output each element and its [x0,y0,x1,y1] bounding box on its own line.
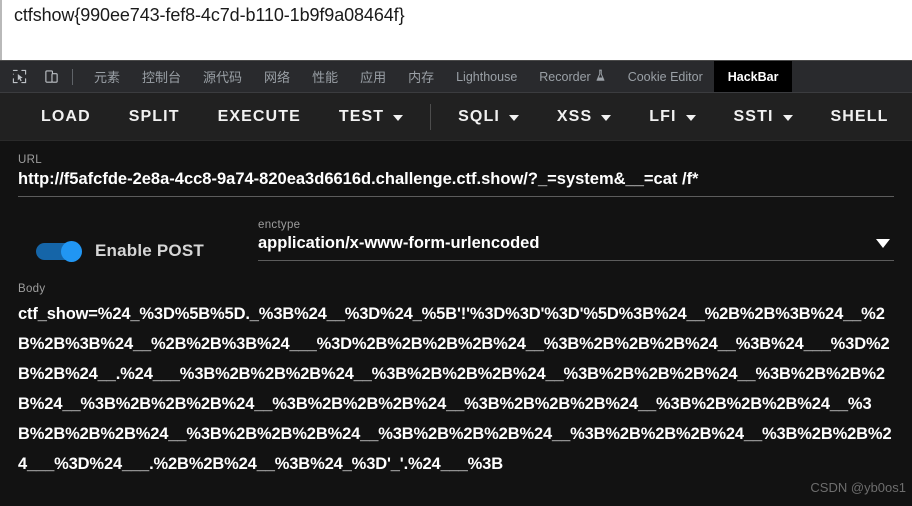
devtools-tab-label: HackBar [727,69,779,84]
toolbar-divider [72,68,73,85]
devtools-tab-内存[interactable]: 内存 [397,61,445,92]
hackbar-toolbar: LOAD SPLIT EXECUTE TEST SQLI XSS LFI SSTI SHELL [0,93,912,141]
body-textarea[interactable]: ctf_show=%24_%3D%5B%5D._%3B%24__%3D%24_%… [18,295,894,479]
hackbar-button-label: XSS [556,107,593,125]
hackbar-button-label: SQLI [458,107,500,125]
devtools-tab-cookie-editor[interactable]: Cookie Editor [617,61,714,92]
toggle-knob [61,241,82,262]
devtools-tab-label: 内存 [408,70,435,85]
devtools-tabstrip: 元素 控制台 源代码 网络 性能 应用 内存 Lighthouse Recorder Cookie… [0,61,912,93]
url-input[interactable]: http://f5afcfde-2e8a-4cc8-9a74-820ea3d66… [18,166,894,196]
caret-down-icon[interactable] [393,114,404,121]
caret-down-icon[interactable] [601,114,612,121]
devtools-tab-hackbar[interactable]: HackBar [713,61,793,92]
devtools-tab-源代码[interactable]: 源代码 [192,61,253,92]
hackbar-execute-button[interactable]: EXECUTE [199,108,320,126]
url-label: URL [18,154,42,166]
hackbar-button-label: SPLIT [128,107,180,125]
screenshot-root: ctfshow{990ee743-fef8-4c7d-b110-1b9f9a08… [0,0,912,506]
devtools-tab-控制台[interactable]: 控制台 [131,61,192,92]
hackbar-shell-button[interactable]: SHELL [812,108,908,126]
enctype-value: application/x-www-form-urlencoded [258,234,540,252]
device-toolbar-icon[interactable] [38,65,64,89]
caret-down-icon[interactable] [508,114,519,121]
devtools-tab-label: 性能 [312,70,339,85]
devtools-tool-icons [0,61,83,92]
enctype-select[interactable]: application/x-www-form-urlencoded [258,231,894,260]
devtools-tab-性能[interactable]: 性能 [301,61,349,92]
url-field[interactable]: URL http://f5afcfde-2e8a-4cc8-9a74-820ea… [18,141,894,197]
body-field[interactable]: Body ctf_show=%24_%3D%5B%5D._%3B%24__%3D… [18,261,894,479]
devtools-tab-label: 元素 [94,70,121,85]
devtools-tab-recorder[interactable]: Recorder [528,61,616,92]
enable-post-label: Enable POST [95,241,204,260]
devtools-tab-list: 元素 控制台 源代码 网络 性能 应用 内存 Lighthouse Recorder Cookie… [83,61,912,92]
flask-icon [595,69,606,85]
hackbar-button-label: SSTI [733,107,774,125]
csdn-watermark: CSDN @yb0os1 [810,480,906,495]
devtools-tab-label: 应用 [360,70,387,85]
devtools-tab-label: 控制台 [142,70,182,85]
hackbar-split-button[interactable]: SPLIT [110,108,199,126]
inspect-element-icon[interactable] [6,65,32,89]
toggle-switch[interactable] [36,241,82,262]
devtools-tab-应用[interactable]: 应用 [349,61,397,92]
enctype-label: enctype [258,219,301,231]
hackbar-form: URL http://f5afcfde-2e8a-4cc8-9a74-820ea… [0,141,912,506]
url-underline [18,196,894,197]
hackbar-button-label: EXECUTE [217,107,301,125]
devtools-panel: 元素 控制台 源代码 网络 性能 应用 内存 Lighthouse Recorder Cookie… [0,60,912,506]
hackbar-button-label: LFI [649,107,677,125]
caret-down-icon[interactable] [782,114,793,121]
devtools-tab-网络[interactable]: 网络 [253,61,301,92]
caret-down-icon[interactable] [685,114,696,121]
enctype-field[interactable]: enctype application/x-www-form-urlencode… [258,219,894,261]
devtools-tab-label: Lighthouse [456,69,518,84]
hackbar-load-button[interactable]: LOAD [22,108,110,126]
enable-post-toggle[interactable]: Enable POST [18,241,258,262]
chevron-down-icon[interactable] [876,239,890,248]
body-label: Body [18,283,46,295]
hackbar-sqli-button[interactable]: SQLI [439,108,538,126]
hackbar-ssti-button[interactable]: SSTI [715,108,812,126]
post-row: Enable POST enctype application/x-www-fo… [18,197,894,262]
toolbar-separator [430,103,432,130]
flag-text: ctfshow{990ee743-fef8-4c7d-b110-1b9f9a08… [14,5,405,25]
hackbar-button-label: TEST [338,107,385,125]
devtools-tab-label: Recorder [539,69,591,84]
devtools-tab-lighthouse[interactable]: Lighthouse [445,61,528,92]
devtools-tab-元素[interactable]: 元素 [83,61,131,92]
devtools-tab-label: 网络 [264,70,291,85]
hackbar-button-label: LOAD [41,107,91,125]
devtools-tab-label: 源代码 [203,70,243,85]
devtools-tab-label: Cookie Editor [627,69,703,84]
hackbar-xss-button[interactable]: XSS [538,108,630,126]
hackbar-test-button[interactable]: TEST [320,108,422,126]
hackbar-button-label: SHELL [830,107,889,125]
hackbar-lfi-button[interactable]: LFI [630,108,714,126]
browser-page-content: ctfshow{990ee743-fef8-4c7d-b110-1b9f9a08… [0,0,912,60]
